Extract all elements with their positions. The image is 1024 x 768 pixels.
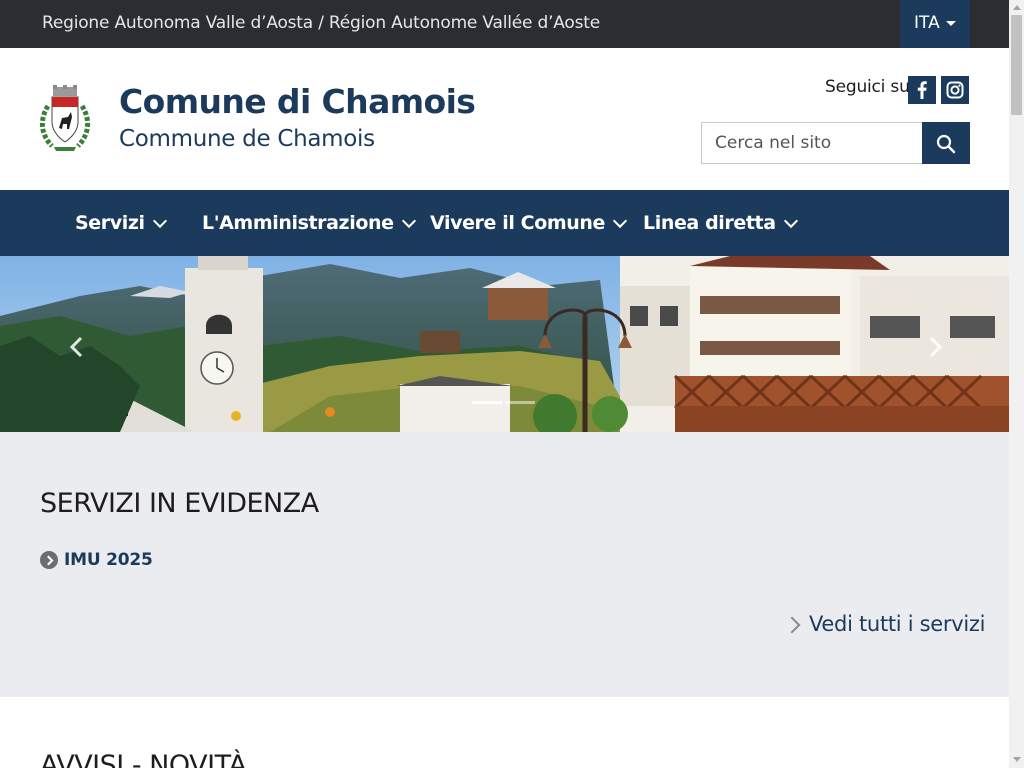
scrollbar-thumb[interactable] [1011, 15, 1022, 115]
language-label: ITA [914, 13, 940, 33]
section-heading: SERVIZI IN EVIDENZA [40, 488, 319, 519]
facebook-link[interactable] [908, 76, 936, 104]
nav-item-servizi[interactable]: Servizi [75, 190, 167, 256]
page-scrollbar[interactable] [1009, 0, 1024, 768]
service-item-label: IMU 2025 [64, 550, 153, 570]
chevron-down-icon [401, 213, 416, 229]
site-title[interactable]: Comune di Chamois [119, 82, 476, 121]
carousel-indicator[interactable] [505, 401, 535, 404]
scroll-down-icon[interactable] [1013, 757, 1021, 762]
village-photo [0, 256, 1009, 432]
chevron-down-icon [612, 213, 628, 229]
carousel-indicator[interactable] [472, 401, 502, 404]
facebook-icon [917, 81, 927, 99]
chevron-down-icon [783, 213, 798, 229]
instagram-link[interactable] [941, 76, 969, 104]
nav-item-amministrazione[interactable]: L'Amministrazione [202, 190, 416, 256]
language-selector[interactable]: ITA [900, 0, 970, 48]
search-input[interactable] [701, 122, 923, 164]
nav-item-label: Linea diretta [643, 212, 776, 234]
chevron-right-icon [783, 616, 801, 634]
region-topbar: Regione Autonoma Valle d’Aosta / Région … [0, 0, 1009, 48]
see-all-label: Vedi tutti i servizi [809, 612, 986, 636]
chevron-down-icon [152, 213, 167, 229]
main-navigation: Servizi L'Amministrazione Vivere il Comu… [0, 190, 1009, 256]
chevron-circle-icon [40, 551, 58, 569]
carousel-next-icon[interactable] [920, 332, 950, 362]
nav-item-label: L'Amministrazione [202, 212, 394, 234]
nav-item-label: Servizi [75, 212, 145, 234]
search-button[interactable] [922, 122, 970, 164]
nav-item-vivere-il-comune[interactable]: Vivere il Comune [430, 190, 628, 256]
carousel-prev-icon[interactable] [62, 332, 92, 362]
scroll-up-icon[interactable] [1013, 5, 1021, 10]
site-subtitle: Commune de Chamois [119, 126, 375, 152]
nav-item-label: Vivere il Comune [430, 212, 605, 234]
hero-carousel[interactable] [0, 256, 1009, 432]
instagram-icon [946, 81, 964, 99]
caret-down-icon [946, 21, 956, 26]
search-icon [936, 134, 956, 154]
nav-item-linea-diretta[interactable]: Linea diretta [643, 190, 798, 256]
news-heading: AVVISI - NOVITÀ [40, 750, 247, 768]
coat-of-arms-logo[interactable] [38, 84, 92, 154]
carousel-indicators [472, 401, 538, 405]
featured-services-section: SERVIZI IN EVIDENZA IMU 2025 Vedi tutti … [0, 432, 1009, 697]
follow-label: Seguici su [825, 77, 910, 97]
region-link[interactable]: Regione Autonoma Valle d’Aosta / Région … [42, 13, 600, 33]
